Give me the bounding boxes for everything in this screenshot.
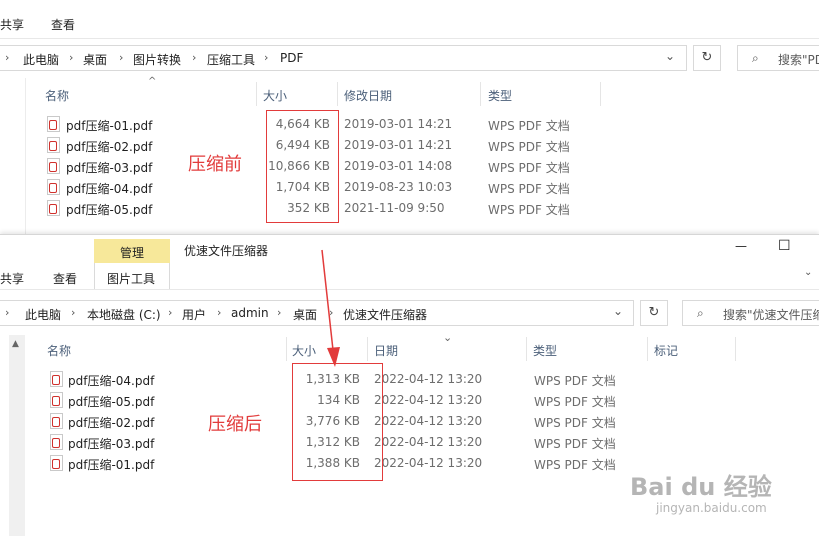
arrow-shaft <box>321 249 334 351</box>
arrow-head-icon <box>327 347 340 367</box>
comparison-arrow <box>321 249 340 367</box>
